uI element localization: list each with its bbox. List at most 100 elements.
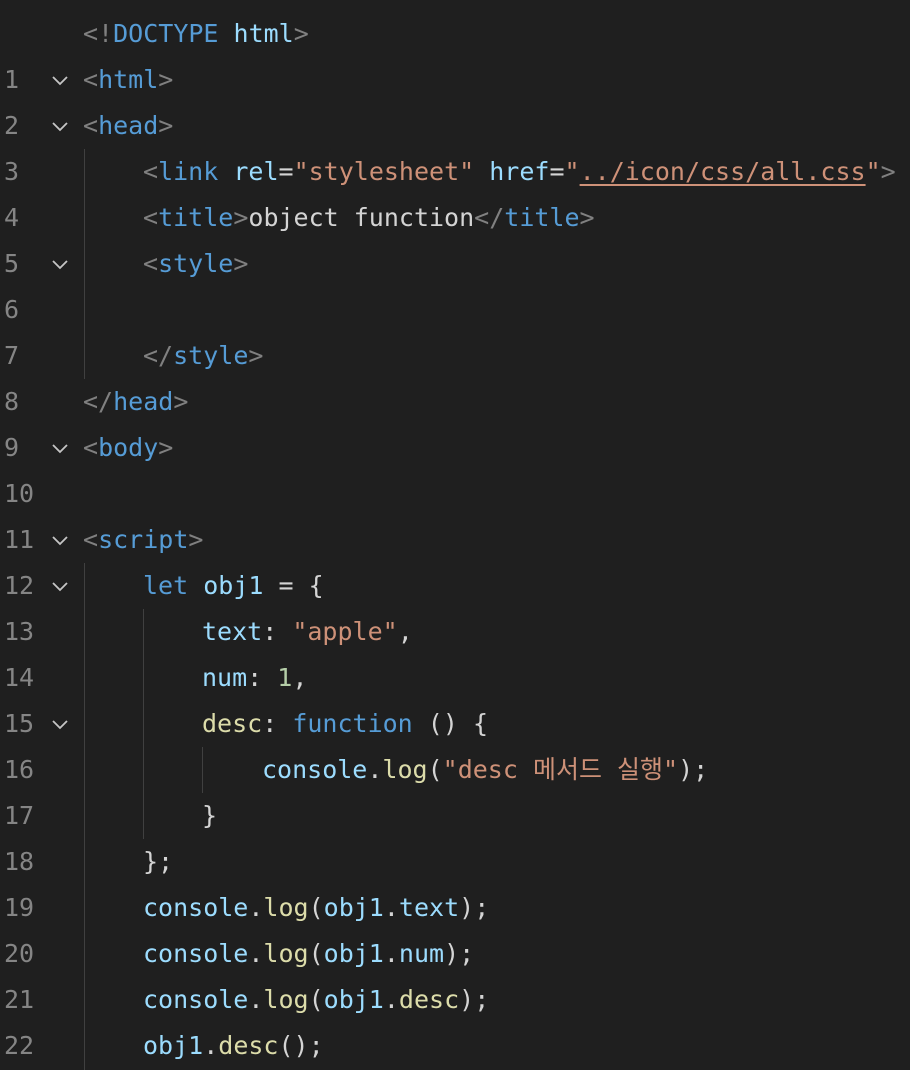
function-call: log bbox=[382, 755, 428, 784]
code-line[interactable]: 8 </style> bbox=[0, 333, 910, 416]
punctuation: > bbox=[158, 111, 174, 140]
chevron-down-icon[interactable] bbox=[50, 116, 70, 136]
punctuation: > bbox=[233, 249, 249, 278]
punctuation: <! bbox=[83, 19, 114, 48]
code-content[interactable]: console.log(obj1.desc); bbox=[143, 977, 489, 1023]
code-content[interactable]: <style> bbox=[143, 241, 248, 287]
code-content[interactable]: } bbox=[202, 793, 217, 839]
quote: " bbox=[564, 157, 580, 186]
code-content[interactable]: console.log("desc 메서드 실행"); bbox=[262, 747, 708, 793]
code-content[interactable]: console.log(obj1.num); bbox=[143, 931, 474, 977]
chevron-down-icon[interactable] bbox=[50, 438, 70, 458]
tag-name: style bbox=[173, 341, 249, 370]
punctuation: </ bbox=[83, 387, 114, 416]
operator: = { bbox=[263, 571, 324, 600]
code-content[interactable]: <!DOCTYPE html> bbox=[83, 11, 309, 57]
code-line[interactable]: 12 <script> bbox=[0, 517, 910, 600]
function-call: log bbox=[263, 939, 309, 968]
code-line[interactable]: 15 num: 1, bbox=[0, 655, 910, 738]
code-content[interactable]: </head> bbox=[83, 379, 188, 425]
code-content[interactable]: obj1.desc(); bbox=[143, 1023, 324, 1069]
object: console bbox=[143, 939, 249, 968]
code-line[interactable]: 19 }; bbox=[0, 839, 910, 922]
code-line[interactable]: 7 bbox=[0, 287, 910, 370]
string: "apple" bbox=[292, 617, 398, 646]
punctuation: . bbox=[248, 985, 264, 1014]
number: 1 bbox=[277, 663, 293, 692]
tag-name: html bbox=[98, 65, 159, 94]
code-line[interactable]: 21 console.log(obj1.num); bbox=[0, 931, 910, 1014]
code-line[interactable]: 14 text: "apple", bbox=[0, 609, 910, 692]
punctuation: ); bbox=[459, 893, 490, 922]
punctuation: () { bbox=[412, 709, 489, 738]
punctuation: > bbox=[158, 433, 174, 462]
code-line[interactable]: 1 <!DOCTYPE html> bbox=[0, 11, 910, 94]
code-content[interactable]: }; bbox=[143, 839, 173, 885]
code-content[interactable]: <script> bbox=[83, 517, 203, 563]
punctuation: > bbox=[173, 387, 189, 416]
code-content[interactable]: text: "apple", bbox=[202, 609, 413, 655]
code-content[interactable]: console.log(obj1.text); bbox=[143, 885, 489, 931]
code-line[interactable]: 2 <html> bbox=[0, 57, 910, 140]
code-content[interactable]: <title>object function</title> bbox=[143, 195, 595, 241]
code-content[interactable]: <head> bbox=[83, 103, 173, 149]
punctuation: < bbox=[143, 157, 159, 186]
code-line[interactable]: 10 <body> bbox=[0, 425, 910, 508]
property: num bbox=[398, 939, 445, 968]
punctuation: : bbox=[262, 709, 293, 738]
chevron-down-icon[interactable] bbox=[50, 254, 70, 274]
object: obj1 bbox=[143, 1031, 204, 1060]
code-line[interactable]: 9 </head> bbox=[0, 379, 910, 462]
code-content[interactable]: num: 1, bbox=[202, 655, 307, 701]
punctuation: . bbox=[383, 939, 399, 968]
code-line[interactable]: 13 let obj1 = { bbox=[0, 563, 910, 646]
code-line[interactable]: 11 bbox=[0, 471, 910, 554]
attribute-name: rel bbox=[233, 157, 279, 186]
method-name: desc bbox=[202, 709, 263, 738]
punctuation: = bbox=[549, 157, 565, 186]
code-line[interactable]: 6 <style> bbox=[0, 241, 910, 324]
tag-name: style bbox=[158, 249, 234, 278]
punctuation: . bbox=[383, 985, 399, 1014]
code-content[interactable]: <html> bbox=[83, 57, 173, 103]
chevron-down-icon[interactable] bbox=[50, 576, 70, 596]
punctuation: . bbox=[248, 893, 264, 922]
code-editor[interactable]: 1 <!DOCTYPE html> 2 <html> 3 <head> 4 <l… bbox=[0, 11, 910, 1070]
attribute-value: "stylesheet" bbox=[293, 157, 475, 186]
string: "desc 메서드 실행" bbox=[442, 755, 679, 784]
code-line[interactable]: 5 <title>object function</title> bbox=[0, 195, 910, 278]
code-line[interactable]: 20 console.log(obj1.text); bbox=[0, 885, 910, 968]
keyword: function bbox=[292, 709, 413, 738]
chevron-down-icon[interactable] bbox=[50, 714, 70, 734]
code-line[interactable]: 4 <link rel="stylesheet" href="../icon/c… bbox=[0, 149, 910, 232]
function-call: log bbox=[263, 985, 309, 1014]
punctuation: </ bbox=[474, 203, 505, 232]
punctuation: </ bbox=[143, 341, 174, 370]
href-link[interactable]: ../icon/css/all.css bbox=[580, 157, 866, 186]
method-reference: desc bbox=[398, 985, 460, 1014]
tag-name: head bbox=[98, 111, 159, 140]
punctuation: ( bbox=[308, 939, 324, 968]
code-line[interactable]: 22 console.log(obj1.desc); bbox=[0, 977, 910, 1060]
code-line[interactable]: 23 obj1.desc(); bbox=[0, 1023, 910, 1069]
variable: obj1 bbox=[203, 571, 264, 600]
code-content[interactable]: <link rel="stylesheet" href="../icon/css… bbox=[143, 149, 896, 195]
variable: obj1 bbox=[323, 939, 384, 968]
function-call: desc bbox=[218, 1031, 279, 1060]
code-content[interactable]: </style> bbox=[143, 333, 263, 379]
code-content[interactable]: <body> bbox=[83, 425, 173, 471]
punctuation: < bbox=[143, 249, 159, 278]
punctuation: > bbox=[188, 525, 204, 554]
code-content[interactable]: desc: function () { bbox=[202, 701, 488, 747]
code-content[interactable]: let obj1 = { bbox=[143, 563, 324, 609]
chevron-down-icon[interactable] bbox=[50, 530, 70, 550]
code-line[interactable]: 17 console.log("desc 메서드 실행"); bbox=[0, 747, 910, 830]
code-line[interactable]: 16 desc: function () { bbox=[0, 701, 910, 784]
chevron-down-icon[interactable] bbox=[50, 70, 70, 90]
punctuation: . bbox=[383, 893, 399, 922]
punctuation: : bbox=[247, 663, 278, 692]
code-line[interactable]: 18 } bbox=[0, 793, 910, 876]
code-line[interactable]: 3 <head> bbox=[0, 103, 910, 186]
